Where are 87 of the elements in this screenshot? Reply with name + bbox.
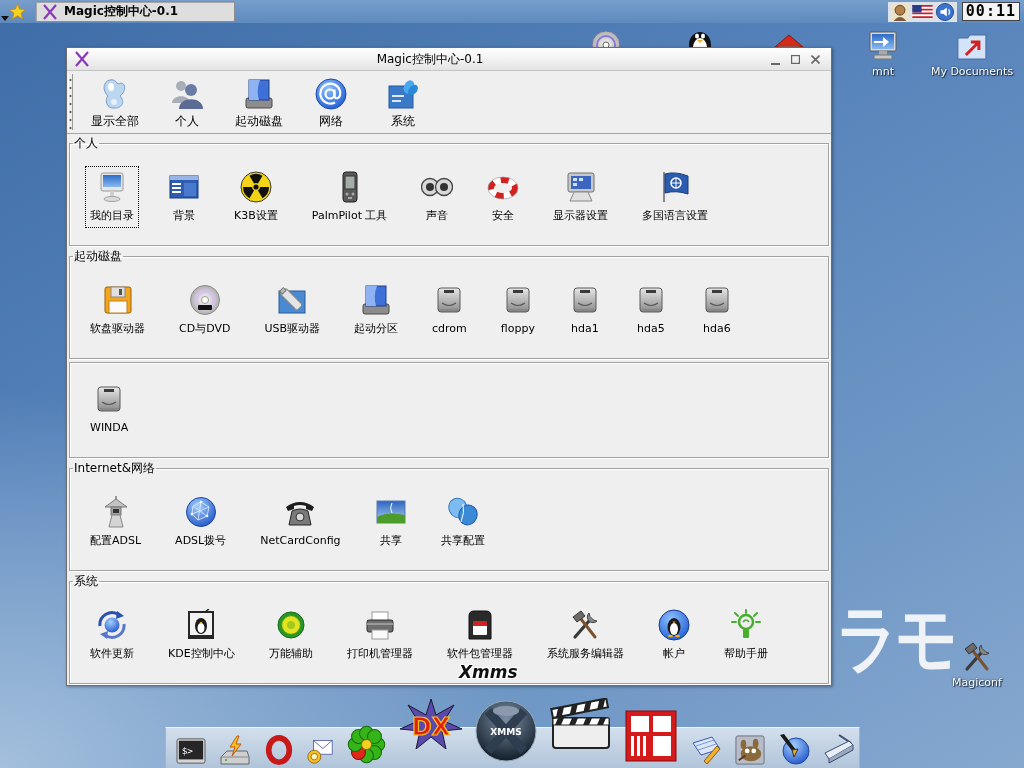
- toolbar-button[interactable]: 网络: [295, 71, 367, 130]
- sphere-logo-icon[interactable]: XMMS: [475, 700, 537, 762]
- butterfly-icon: [446, 496, 479, 528]
- toolbar-button[interactable]: 个人: [151, 71, 223, 130]
- monitor-arrow-icon: [867, 30, 899, 62]
- launcher-button[interactable]: 软盘驱动器: [85, 279, 150, 341]
- section-title: 系统: [73, 574, 99, 589]
- toolbar-button[interactable]: 显示全部: [79, 71, 151, 130]
- caret-icon[interactable]: [1, 16, 9, 21]
- launcher-button[interactable]: 万能辅助: [263, 604, 318, 666]
- display-icon: [564, 171, 597, 203]
- clapperboard-icon[interactable]: [550, 698, 612, 750]
- launcher-button[interactable]: 配置ADSL: [85, 491, 147, 553]
- dvd-icon: [188, 284, 221, 316]
- disk-drive-icon: [360, 284, 393, 316]
- launcher-button[interactable]: USB驱动器: [259, 279, 326, 341]
- maximize-button[interactable]: [790, 53, 801, 65]
- notepad-icon[interactable]: [690, 733, 722, 765]
- toolbar-button[interactable]: 系统: [367, 71, 439, 130]
- speaker-icon[interactable]: [935, 2, 954, 21]
- launcher-button[interactable]: hda5: [629, 279, 672, 341]
- launcher-button[interactable]: 帐户: [652, 604, 695, 666]
- mail-icon[interactable]: [307, 737, 333, 765]
- launcher-button[interactable]: cdrom: [427, 279, 472, 341]
- task-button[interactable]: Magic控制中心-0.1: [35, 1, 235, 22]
- launcher-button[interactable]: 多国语言设置: [637, 166, 714, 228]
- mascot-icon[interactable]: [735, 735, 765, 765]
- lightbulb-icon: [729, 609, 762, 641]
- wallpaper-text: ラモ: [836, 602, 954, 677]
- launcher-button[interactable]: WINDA: [85, 378, 134, 440]
- launcher-button[interactable]: K3B设置: [229, 166, 283, 228]
- section-title: Internet&网络: [73, 461, 156, 476]
- radiation-icon: [239, 171, 272, 203]
- launcher-button[interactable]: CD与DVD: [174, 279, 236, 341]
- star-icon[interactable]: [9, 3, 26, 20]
- minimize-icon: [771, 62, 780, 65]
- launcher-button[interactable]: 系统服务编辑器: [541, 604, 629, 666]
- butterfly-box-icon: [387, 78, 419, 110]
- user-icon[interactable]: [890, 2, 909, 21]
- section-title: 个人: [73, 136, 99, 151]
- launcher-button[interactable]: 软件更新: [85, 604, 139, 666]
- flag-icon[interactable]: [911, 5, 933, 18]
- window-title: Magic控制中心-0.1: [376, 50, 484, 68]
- pen-globe-icon[interactable]: [778, 733, 810, 765]
- launcher-button[interactable]: 帮助手册: [718, 604, 773, 666]
- launcher-button[interactable]: floppy: [495, 279, 540, 341]
- printer-icon: [363, 609, 396, 641]
- penguin-icon: [657, 609, 690, 641]
- launcher-button[interactable]: 背景: [163, 166, 205, 228]
- toolbar-button[interactable]: 起动磁盘: [223, 71, 295, 130]
- refresh-icon: [96, 609, 128, 641]
- maximize-icon: [791, 54, 800, 64]
- launcher-button[interactable]: PalmPilot 工具: [306, 166, 393, 228]
- disk-drive-icon: [243, 78, 275, 110]
- close-button[interactable]: [810, 53, 821, 65]
- cross-icon[interactable]: [74, 51, 90, 67]
- ring-icon[interactable]: [264, 735, 294, 765]
- close-icon: [811, 54, 820, 64]
- launcher-button[interactable]: 我的目录: [85, 166, 139, 228]
- launcher-button[interactable]: 起动分区: [349, 279, 404, 341]
- flower-icon[interactable]: [346, 724, 387, 765]
- desktop-shortcut[interactable]: My Documents: [930, 30, 1014, 78]
- launcher-button[interactable]: 安全: [482, 166, 525, 228]
- section-title: 起动磁盘: [73, 249, 123, 264]
- launcher-button[interactable]: KDE控制中心: [163, 604, 240, 666]
- launcher-button[interactable]: 显示器设置: [548, 166, 614, 228]
- launcher-button[interactable]: hda6: [695, 279, 738, 341]
- clock: 00:11: [961, 2, 1020, 21]
- scanner-icon[interactable]: [823, 733, 855, 765]
- tile-logo-icon[interactable]: [625, 710, 677, 762]
- launcher-button[interactable]: 打印机管理器: [341, 604, 418, 666]
- launcher-button[interactable]: 共享: [369, 491, 412, 553]
- usb-stick-icon: [276, 284, 309, 316]
- terminal-icon[interactable]: $>: [176, 737, 206, 765]
- launcher-button[interactable]: hda1: [563, 279, 606, 341]
- launcher-button[interactable]: 共享配置: [435, 491, 490, 553]
- launcher-button[interactable]: NetCardConfig: [255, 491, 346, 553]
- flower-icon: [274, 609, 307, 641]
- launcher-button[interactable]: ADSL拨号: [170, 491, 232, 553]
- people-icon: [171, 78, 203, 110]
- desktop-shortcut[interactable]: mnt: [867, 30, 899, 78]
- cross-icon: [42, 3, 58, 20]
- flash-drive-icon[interactable]: [219, 735, 251, 765]
- globe-icon: [184, 496, 217, 528]
- at-sign-icon: [315, 78, 347, 110]
- launcher-button[interactable]: 声音: [416, 166, 459, 228]
- toolbar-handle[interactable]: [68, 74, 73, 130]
